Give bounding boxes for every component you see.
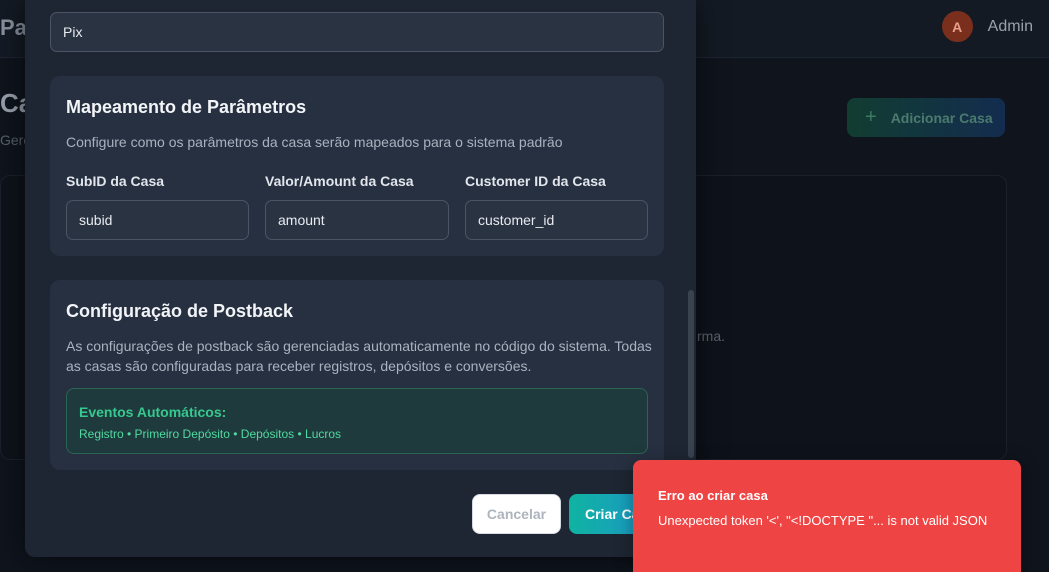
toast-title: Erro ao criar casa <box>658 488 768 503</box>
user-menu[interactable]: A Admin <box>941 11 1033 42</box>
error-toast[interactable]: Erro ao criar casa Unexpected token '<',… <box>633 460 1021 572</box>
empty-state-text: rma. <box>697 328 725 344</box>
postback-config-card: Configuração de Postback As configuraçõe… <box>50 280 664 470</box>
modal-scrollbar[interactable] <box>688 290 694 458</box>
customer-id-value: customer_id <box>478 212 555 228</box>
customer-id-label: Customer ID da Casa <box>465 173 606 189</box>
subid-label: SubID da Casa <box>66 173 165 189</box>
subid-input[interactable]: subid <box>66 200 249 240</box>
automatic-events-title: Eventos Automáticos: <box>79 404 227 420</box>
automatic-events-list: Registro • Primeiro Depósito • Depósitos… <box>79 427 342 441</box>
payment-method-value: Pix <box>63 24 83 40</box>
subid-value: subid <box>79 212 113 228</box>
payment-method-field[interactable]: Pix <box>50 12 664 52</box>
postback-title: Configuração de Postback <box>66 301 294 321</box>
automatic-events-box: Eventos Automáticos: Registro • Primeiro… <box>66 388 648 454</box>
amount-value: amount <box>278 212 325 228</box>
parameter-mapping-card: Mapeamento de Parâmetros Configure como … <box>50 76 664 256</box>
user-name: Admin <box>987 17 1033 35</box>
app-root: Pa A Admin Ca Gere + Adicionar Casa rma.… <box>0 0 1049 572</box>
add-casa-button[interactable]: + Adicionar Casa <box>847 98 1005 137</box>
mapping-description: Configure como os parâmetros da casa ser… <box>66 134 563 150</box>
avatar[interactable]: A <box>941 11 973 42</box>
toast-message: Unexpected token '<', "<!DOCTYPE "... is… <box>658 513 988 528</box>
cancel-button[interactable]: Cancelar <box>472 494 561 534</box>
customer-id-input[interactable]: customer_id <box>465 200 648 240</box>
brand-title: Pa <box>0 15 27 40</box>
amount-label: Valor/Amount da Casa <box>265 173 414 189</box>
add-casa-label: Adicionar Casa <box>890 109 993 126</box>
plus-icon: + <box>865 106 877 128</box>
amount-input[interactable]: amount <box>265 200 449 240</box>
mapping-title: Mapeamento de Parâmetros <box>66 97 307 117</box>
postback-description: As configurações de postback são gerenci… <box>66 338 652 374</box>
